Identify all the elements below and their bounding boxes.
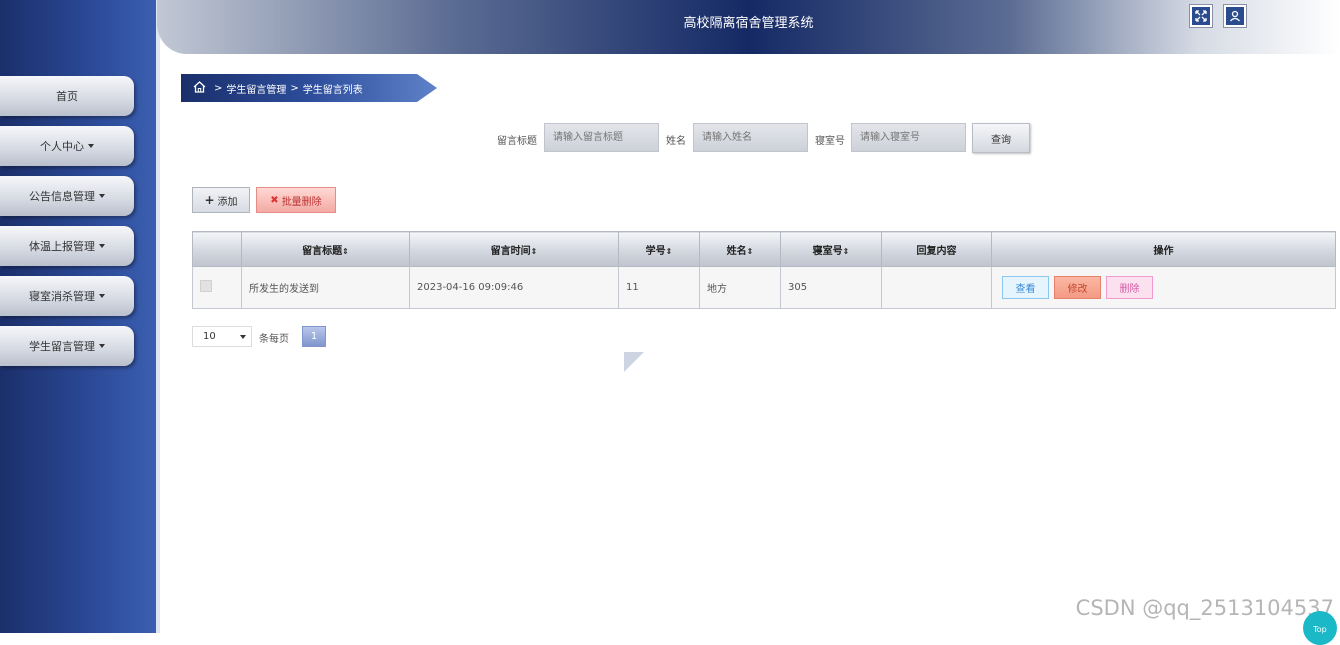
- table-row: 所发生的发送到 2023-04-16 09:09:46 11 地方 305 查看…: [192, 266, 1336, 309]
- message-table: 留言标题⇕ 留言时间⇕ 学号⇕ 姓名⇕ 寝室号⇕ 回复内容 操作 所发生的发送到…: [192, 231, 1336, 309]
- name-search-label: 姓名: [666, 136, 686, 147]
- column-header-time[interactable]: 留言时间⇕: [409, 231, 619, 267]
- breadcrumb-separator: >: [290, 82, 299, 94]
- sort-icon: ⇕: [842, 246, 850, 256]
- caret-down-icon: [99, 194, 105, 198]
- chevron-down-icon: [240, 335, 246, 339]
- breadcrumb-item-message-list: 学生留言列表: [302, 84, 363, 96]
- column-header-name[interactable]: 姓名⇕: [699, 231, 781, 267]
- sidebar-item-label: 寝室消杀管理: [29, 290, 95, 303]
- back-to-top-button[interactable]: Top: [1303, 611, 1337, 645]
- page-size-select[interactable]: 10: [192, 326, 252, 347]
- batch-delete-label: 批量删除: [281, 196, 322, 208]
- sidebar-item-disinfection-management[interactable]: 寝室消杀管理: [0, 276, 134, 316]
- name-search-input[interactable]: [693, 123, 808, 152]
- page-number-current[interactable]: 1: [302, 326, 326, 347]
- top-header: 高校隔离宿舍管理系统: [157, 0, 1340, 54]
- sidebar-item-message-management[interactable]: 学生留言管理: [0, 326, 134, 366]
- cell-reply: [881, 266, 992, 309]
- cell-title: 所发生的发送到: [241, 266, 410, 309]
- user-icon: [1226, 7, 1244, 25]
- add-button[interactable]: + 添加: [192, 187, 250, 213]
- cell-room: 305: [780, 266, 882, 309]
- pointer-artifact: [624, 352, 644, 372]
- sort-icon: ⇕: [665, 246, 673, 256]
- home-icon[interactable]: [193, 80, 206, 96]
- cell-actions: 查看 修改 删除: [991, 266, 1336, 309]
- caret-down-icon: [99, 244, 105, 248]
- table-header-row: 留言标题⇕ 留言时间⇕ 学号⇕ 姓名⇕ 寝室号⇕ 回复内容 操作: [192, 231, 1336, 267]
- sidebar-item-label: 体温上报管理: [29, 240, 95, 253]
- sort-icon: ⇕: [746, 246, 754, 256]
- column-header-title[interactable]: 留言标题⇕: [241, 231, 410, 267]
- column-header-reply: 回复内容: [881, 231, 992, 267]
- app-title: 高校隔离宿舍管理系统: [683, 16, 814, 31]
- cell-time: 2023-04-16 09:09:46: [409, 266, 619, 309]
- x-icon: ✖: [270, 194, 279, 206]
- sidebar-item-temperature-management[interactable]: 体温上报管理: [0, 226, 134, 266]
- row-checkbox-cell: [192, 266, 242, 309]
- breadcrumb-separator: >: [214, 82, 223, 94]
- cell-student-no: 11: [618, 266, 700, 309]
- user-button[interactable]: [1223, 4, 1247, 28]
- row-checkbox[interactable]: [200, 280, 212, 292]
- room-search-label: 寝室号: [815, 136, 845, 147]
- column-header-actions: 操作: [991, 231, 1336, 267]
- sidebar-item-notice-management[interactable]: 公告信息管理: [0, 176, 134, 216]
- sidebar-item-personal-center[interactable]: 个人中心: [0, 126, 134, 166]
- fullscreen-button[interactable]: [1189, 4, 1213, 28]
- add-button-label: 添加: [217, 196, 238, 208]
- select-all-header[interactable]: [192, 231, 242, 267]
- caret-down-icon: [88, 144, 94, 148]
- breadcrumb: > 学生留言管理 > 学生留言列表: [181, 74, 437, 102]
- sort-icon: ⇕: [342, 246, 349, 256]
- view-button[interactable]: 查看: [1002, 276, 1049, 299]
- query-button[interactable]: 查询: [972, 123, 1030, 153]
- breadcrumb-item-message-management[interactable]: 学生留言管理: [226, 81, 286, 96]
- room-search-input[interactable]: [851, 123, 966, 152]
- per-page-label: 条每页: [259, 334, 289, 345]
- sidebar: 首页 个人中心 公告信息管理 体温上报管理 寝室消杀管理 学生留言管理: [0, 0, 160, 633]
- edit-button[interactable]: 修改: [1054, 276, 1101, 299]
- batch-delete-button[interactable]: ✖ 批量删除: [256, 187, 336, 213]
- caret-down-icon: [99, 294, 105, 298]
- title-search-label: 留言标题: [497, 136, 537, 147]
- sidebar-item-label: 公告信息管理: [29, 190, 95, 203]
- watermark: CSDN @qq_2513104537: [1075, 596, 1334, 620]
- sidebar-item-label: 首页: [56, 90, 78, 103]
- column-header-student-no[interactable]: 学号⇕: [618, 231, 700, 267]
- cell-name: 地方: [699, 266, 781, 309]
- sidebar-item-label: 学生留言管理: [29, 340, 95, 353]
- sidebar-item-home[interactable]: 首页: [0, 76, 134, 116]
- caret-down-icon: [99, 344, 105, 348]
- page-size-value: 10: [203, 331, 216, 342]
- sidebar-item-label: 个人中心: [40, 140, 84, 153]
- sort-icon: ⇕: [530, 246, 538, 256]
- column-header-room[interactable]: 寝室号⇕: [780, 231, 882, 267]
- title-search-input[interactable]: [544, 123, 659, 152]
- delete-button[interactable]: 删除: [1106, 276, 1153, 299]
- fullscreen-icon: [1192, 7, 1210, 25]
- plus-icon: +: [204, 193, 215, 207]
